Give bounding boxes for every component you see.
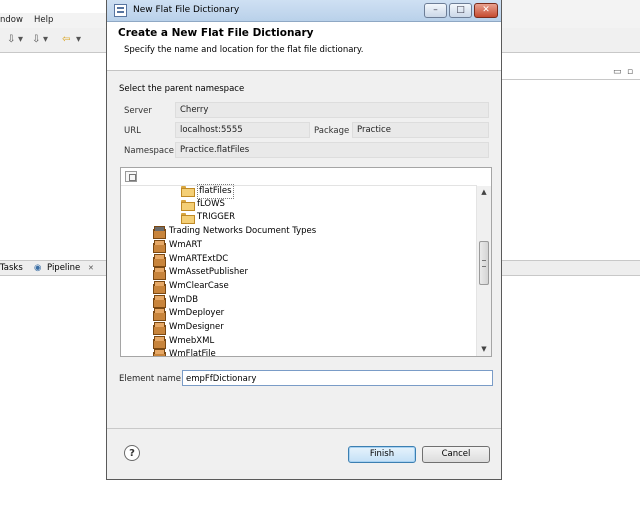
- namespace-section-label: Select the parent namespace: [119, 84, 245, 94]
- dialog-title: New Flat File Dictionary: [133, 5, 240, 15]
- tab-tasks[interactable]: Tasks: [0, 263, 23, 273]
- maximize-button[interactable]: □: [449, 3, 472, 18]
- ide-separator: [500, 52, 640, 53]
- ide-separator: [0, 52, 107, 53]
- ide-bottom-tabs-right: [500, 260, 640, 276]
- url-label: URL: [124, 126, 141, 136]
- package-label: Package: [314, 126, 350, 136]
- chevron-down-icon[interactable]: ▾: [43, 34, 48, 45]
- namespace-field: Practice.flatFiles: [175, 142, 489, 158]
- ide-bottom-tabs: Tasks ◉ Pipeline ✕: [0, 260, 107, 276]
- package-icon: [153, 349, 166, 356]
- pipeline-icon: ◉: [34, 263, 42, 273]
- package-icon: [153, 254, 166, 267]
- menu-window[interactable]: ndow: [0, 15, 23, 25]
- tree-scrollbar[interactable]: ▲ ▼: [476, 186, 491, 356]
- url-field: localhost:5555: [175, 122, 310, 138]
- maximize-view-icon[interactable]: ▫: [627, 67, 633, 77]
- wizard-title: Create a New Flat File Dictionary: [118, 27, 314, 39]
- folder-icon: [181, 213, 195, 224]
- ide-menubar: ndow Help: [0, 13, 107, 28]
- ide-menubar-right: [500, 0, 640, 28]
- finish-button[interactable]: Finish: [348, 446, 416, 463]
- download-icon[interactable]: ⇩: [32, 34, 40, 45]
- element-name-input[interactable]: [182, 370, 493, 386]
- help-icon[interactable]: ?: [124, 445, 140, 461]
- download-icon[interactable]: ⇩: [7, 34, 15, 45]
- scroll-down-icon[interactable]: ▼: [477, 343, 491, 355]
- tab-pipeline[interactable]: Pipeline: [47, 263, 80, 273]
- package-icon: [153, 336, 166, 349]
- namespace-label: Namespace: [124, 146, 175, 156]
- package-icon: [153, 322, 166, 335]
- folder-icon: [181, 200, 195, 211]
- package-icon: [153, 240, 166, 253]
- namespace-tree[interactable]: flatFiles fLOWS TRIGGER Trading Networks…: [120, 167, 492, 357]
- wizard-header: Create a New Flat File Dictionary Specif…: [107, 22, 501, 71]
- dialog-titlebar[interactable]: New Flat File Dictionary – □ ✕: [107, 0, 501, 22]
- locked-package-icon: [153, 226, 166, 239]
- scroll-up-icon[interactable]: ▲: [477, 186, 491, 198]
- chevron-down-icon[interactable]: ▾: [18, 34, 23, 45]
- server-field: Cherry: [175, 102, 489, 118]
- back-arrow-icon[interactable]: ⇦: [62, 34, 70, 45]
- element-name-label: Element name: [119, 374, 181, 384]
- wizard-description: Specify the name and location for the fl…: [124, 45, 364, 55]
- collapse-all-icon[interactable]: [125, 171, 137, 182]
- menu-help[interactable]: Help: [34, 15, 53, 25]
- chevron-down-icon[interactable]: ▾: [76, 34, 81, 45]
- package-icon: [153, 295, 166, 308]
- new-flat-file-dictionary-dialog: New Flat File Dictionary – □ ✕ Create a …: [106, 0, 502, 480]
- folder-open-icon: [181, 186, 195, 197]
- minimize-view-icon[interactable]: ▭: [613, 67, 622, 77]
- package-field: Practice: [352, 122, 489, 138]
- server-label: Server: [124, 106, 152, 116]
- tree-toolbar-separator: [121, 185, 477, 186]
- package-icon: [153, 308, 166, 321]
- ide-toolbar: ⇩ ▾ ⇩ ▾ ⇦ ▾: [0, 28, 107, 52]
- button-bar-separator: [107, 428, 501, 429]
- dialog-app-icon: [114, 4, 127, 17]
- ide-toolbar-right: [500, 28, 640, 52]
- ide-editor-area: [0, 66, 107, 260]
- close-button[interactable]: ✕: [474, 3, 498, 18]
- close-icon[interactable]: ✕: [88, 264, 94, 272]
- minimize-button[interactable]: –: [424, 3, 447, 18]
- package-icon: [153, 281, 166, 294]
- scrollbar-thumb[interactable]: [479, 241, 489, 285]
- ide-view-header: ▭ ▫: [500, 66, 640, 80]
- package-icon: [153, 267, 166, 280]
- cancel-button[interactable]: Cancel: [422, 446, 490, 463]
